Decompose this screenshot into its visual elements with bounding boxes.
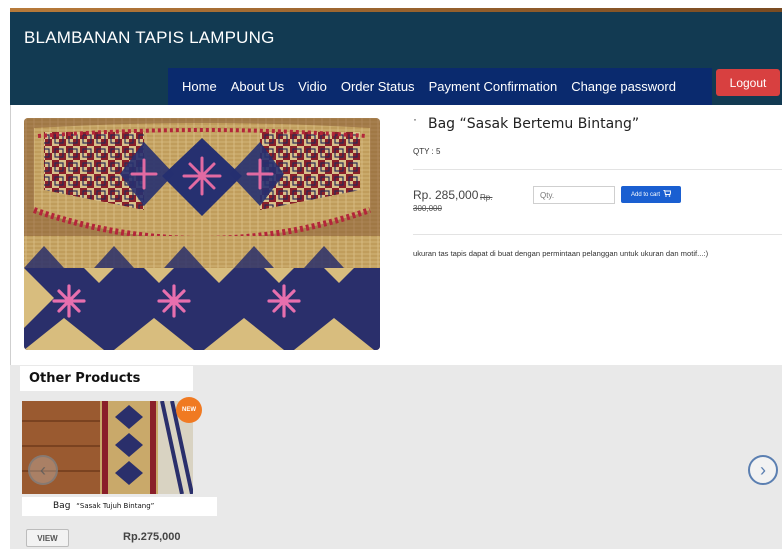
product-price: Rp. 285,000: [413, 188, 479, 202]
nav-about-us[interactable]: About Us: [231, 79, 284, 94]
stock-qty: QTY : 5: [413, 147, 441, 156]
product-card-name-rest: “Sasak Tujuh Bintang”: [76, 502, 155, 510]
view-button[interactable]: VIEW: [26, 529, 69, 547]
carousel-prev-button[interactable]: ‹: [28, 455, 58, 485]
add-to-cart-label: Add to cart: [630, 191, 660, 198]
add-to-cart-button[interactable]: Add to cart: [621, 186, 681, 203]
new-badge: NEW: [176, 397, 202, 423]
product-image: [24, 118, 380, 350]
chevron-right-icon: ›: [760, 459, 766, 480]
nav-change-password[interactable]: Change password: [571, 79, 676, 94]
old-price-prefix: Rp.: [480, 193, 493, 202]
divider: [413, 169, 782, 170]
product-card-name-prefix: Bag: [53, 501, 71, 511]
nav-payment-confirmation[interactable]: Payment Confirmation: [429, 79, 558, 94]
nav-order-status[interactable]: Order Status: [341, 79, 415, 94]
cart-icon: [663, 189, 672, 199]
main-nav: Home About Us Vidio Order Status Payment…: [168, 68, 712, 105]
other-products-title: Other Products: [29, 371, 141, 386]
nav-home[interactable]: Home: [182, 79, 217, 94]
nav-vidio[interactable]: Vidio: [298, 79, 327, 94]
product-card-price: Rp.275,000: [123, 531, 181, 543]
chevron-left-icon: ‹: [40, 459, 46, 480]
qty-input[interactable]: [533, 186, 615, 204]
product-description: ukuran tas tapis dapat di buat dengan pe…: [413, 249, 709, 258]
brand-title[interactable]: BLAMBANAN TAPIS LAMPUNG: [24, 28, 275, 48]
divider: [413, 234, 782, 235]
product-title: Bag “Sasak Bertemu Bintang”: [428, 116, 640, 132]
old-price: 300,000: [413, 204, 442, 213]
carousel-next-button[interactable]: ›: [748, 455, 778, 485]
site-header: BLAMBANAN TAPIS LAMPUNG Home About Us Vi…: [10, 12, 782, 105]
logout-button[interactable]: Logout: [716, 69, 780, 96]
product-card-name[interactable]: Bag “Sasak Tujuh Bintang”: [53, 501, 154, 511]
title-bullet: ·: [413, 112, 417, 126]
